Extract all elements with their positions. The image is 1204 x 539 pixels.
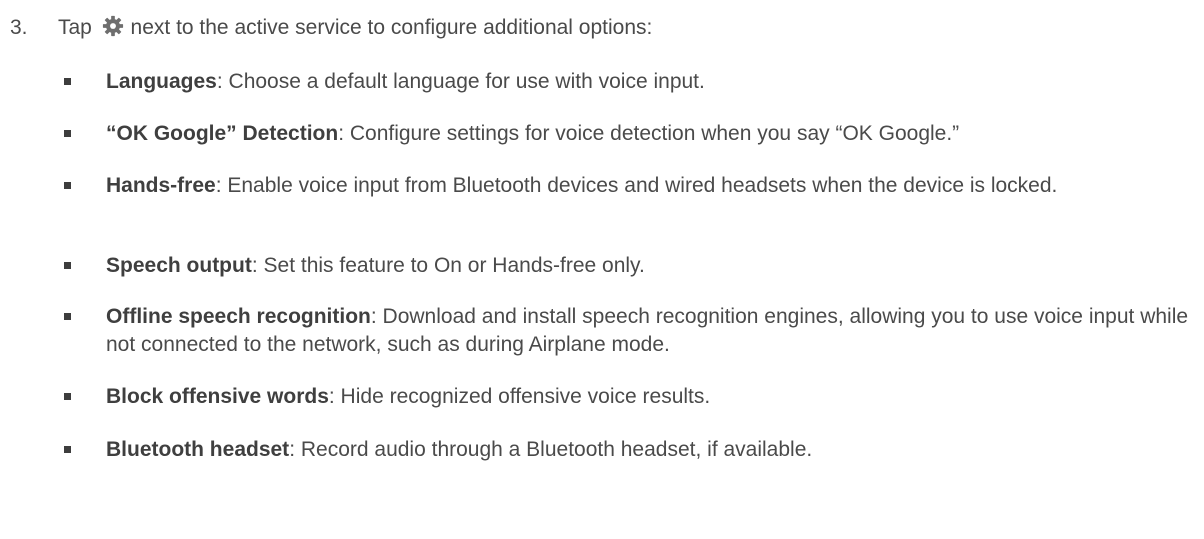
step-3: 3. Tap next to the active service to conf… [10, 14, 652, 42]
option-description: : Choose a default language for use with… [216, 70, 705, 93]
gear-icon [102, 15, 124, 37]
option-term: Bluetooth headset [106, 438, 290, 461]
bullet-icon [64, 130, 71, 137]
step-text-after: next to the active service to configure … [130, 16, 653, 39]
option-term: Speech output [106, 254, 252, 277]
option-term: Languages [106, 70, 217, 93]
bullet-icon [64, 446, 71, 453]
option-text: Block offensive words: Hide recognized o… [106, 383, 1198, 411]
option-text: Languages: Choose a default language for… [106, 68, 1198, 96]
option-description: : Enable voice input from Bluetooth devi… [215, 174, 1058, 197]
option-term: Offline speech recognition [106, 305, 371, 328]
bullet-icon [64, 262, 71, 269]
option-text: Speech output: Set this feature to On or… [106, 252, 1198, 280]
option-description: : Record audio through a Bluetooth heads… [289, 438, 813, 461]
option-term: Block offensive words [106, 385, 329, 408]
step-number: 3. [10, 16, 28, 39]
option-text: Bluetooth headset: Record audio through … [106, 436, 1198, 464]
bullet-icon [64, 393, 71, 400]
option-description: : Set this feature to On or Hands-free o… [251, 254, 645, 277]
option-term: “OK Google” Detection [106, 122, 339, 145]
option-description: : Hide recognized offensive voice result… [328, 385, 711, 408]
option-text: Offline speech recognition: Download and… [106, 303, 1198, 359]
option-description: : Configure settings for voice detection… [338, 122, 960, 145]
option-term: Hands-free [106, 174, 216, 197]
bullet-icon [64, 313, 71, 320]
option-text: Hands-free: Enable voice input from Blue… [106, 172, 1198, 200]
option-text: “OK Google” Detection: Configure setting… [106, 120, 1198, 148]
bullet-icon [64, 182, 71, 189]
bullet-icon [64, 78, 71, 85]
step-text-before: Tap [58, 16, 92, 39]
